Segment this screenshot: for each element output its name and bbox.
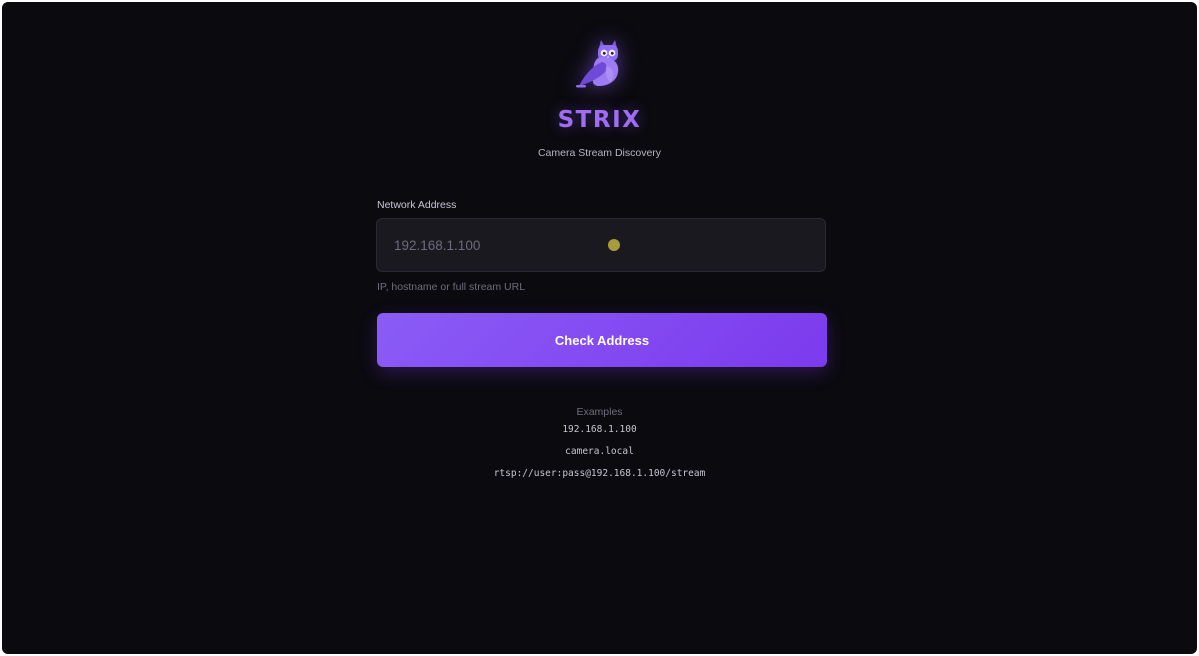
owl-icon (575, 40, 618, 88)
example-item-stream-url[interactable]: rtsp://user:pass@192.168.1.100/stream (2, 463, 1197, 485)
examples-heading: Examples (576, 406, 623, 418)
network-address-field (376, 218, 826, 272)
examples-section: Examples 192.168.1.100 camera.local rtsp… (2, 405, 1197, 485)
brand-header (2, 36, 1197, 97)
address-form: Network Address IP, hostname or full str… (375, 198, 827, 367)
app-title: STRIX (557, 107, 642, 133)
example-item-ip[interactable]: 192.168.1.100 (2, 419, 1197, 441)
check-address-button[interactable]: Check Address (377, 313, 827, 367)
network-address-input[interactable] (377, 219, 825, 271)
mouse-cursor-indicator (608, 239, 620, 251)
example-item-hostname[interactable]: camera.local (2, 441, 1197, 463)
app-window: STRIX Camera Stream Discovery Network Ad… (2, 2, 1197, 654)
network-address-label: Network Address (377, 199, 457, 211)
network-address-hint: IP, hostname or full stream URL (377, 281, 526, 293)
app-subtitle: Camera Stream Discovery (537, 147, 662, 159)
